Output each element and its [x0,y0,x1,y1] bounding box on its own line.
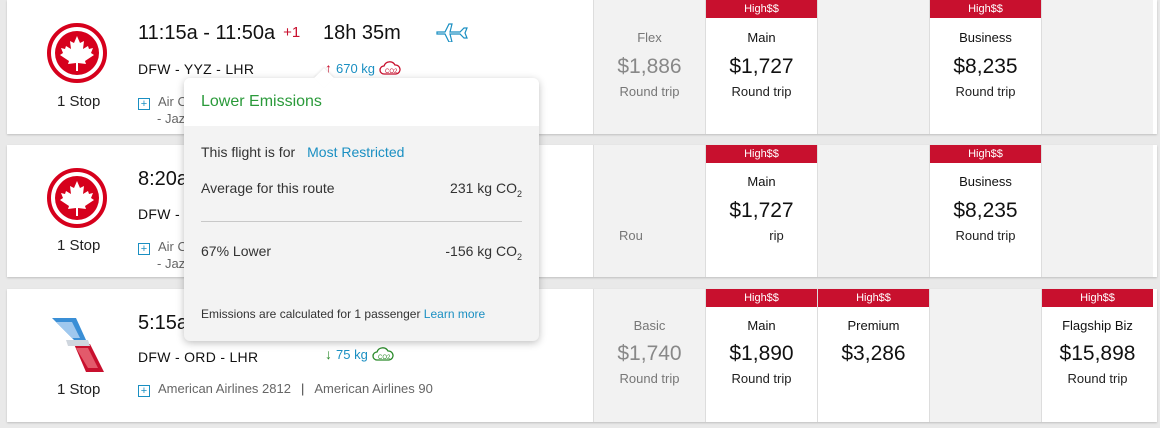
restriction-row: This flight is for Most Restricted [201,144,405,160]
stops-label: 1 Stop [57,381,101,398]
average-row: Average for this route 231 kg CO2 [201,180,522,199]
co2-cloud-icon: CO2 [379,61,401,75]
operator-info[interactable]: + Air C [138,239,187,255]
expand-plus-icon[interactable]: + [138,385,150,397]
stops-label: 1 Stop [57,93,101,110]
operator-info[interactable]: + American Airlines 2812 | American Airline… [138,381,433,397]
operator-info-sub: - Jaz [157,111,186,126]
tooltip-header: Lower Emissions [184,78,539,126]
tooltip-title: Lower Emissions [201,93,322,110]
svg-text:CO2: CO2 [378,355,391,361]
stops-label: 1 Stop [57,237,101,254]
fare-empty [1041,145,1153,277]
flight-time: 11:15a - 11:50a +1 [138,22,301,44]
expand-plus-icon[interactable]: + [138,243,150,255]
flight-card[interactable]: 1 Stop 5:15a DFW - ORD - LHR ↓ 75 kg CO2… [7,289,1157,422]
plus-days: +1 [283,24,301,41]
route-label: DFW - YYZ - LHR [138,61,255,77]
fare-basic[interactable]: Basic $1,740 Round trip [593,289,705,422]
fare-empty [817,0,929,134]
high-badge: High$$ [706,145,817,163]
operator-info-sub: - Jaz [157,256,186,271]
flight-time: 8:20a [138,168,189,190]
air-canada-logo-icon [47,23,107,83]
fare-flex[interactable]: Rou [593,145,705,277]
expand-plus-icon[interactable]: + [138,98,150,110]
airplane-icon [436,23,468,42]
emissions-tooltip: Lower Emissions This flight is for Most … [184,68,539,341]
tooltip-divider [201,221,522,222]
fare-premium[interactable]: High$$ Premium $3,286 [817,289,929,422]
flight-card[interactable]: 1 Stop 11:15a - 11:50a +1 18h 35m DFW - Y… [7,0,1157,134]
high-badge: High$$ [706,289,817,307]
high-badge: High$$ [818,289,929,307]
arrow-down-icon: ↓ [325,346,332,362]
fare-business[interactable]: High$$ Business $8,235 Round trip [929,0,1041,134]
route-label: DFW - ORD - LHR [138,349,259,365]
flight-card[interactable]: 1 Stop 8:20a DFW - Y + Air C - Jaz Rou Hi… [7,145,1157,277]
high-badge: High$$ [930,0,1041,18]
fare-main[interactable]: High$$ Main $1,727 rip [705,145,817,277]
learn-more-link[interactable]: Learn more [424,307,485,321]
high-badge: High$$ [1042,289,1153,307]
air-canada-logo-icon [47,168,107,228]
emissions-indicator[interactable]: ↑ 670 kg CO2 [325,58,401,78]
fare-empty [1041,0,1153,134]
fare-main[interactable]: High$$ Main $1,727 Round trip [705,0,817,134]
fare-main[interactable]: High$$ Main $1,890 Round trip [705,289,817,422]
svg-text:CO2: CO2 [385,69,398,75]
fare-empty [929,289,1041,422]
flight-duration: 18h 35m [323,22,401,44]
fare-empty [817,145,929,277]
high-badge: High$$ [930,145,1041,163]
fare-flex[interactable]: Flex $1,886 Round trip [593,0,705,134]
high-badge: High$$ [706,0,817,18]
co2-cloud-icon: CO2 [372,347,394,361]
restriction-link[interactable]: Most Restricted [307,144,404,160]
tooltip-footer: Emissions are calculated for 1 passenger… [201,307,486,321]
emissions-indicator[interactable]: ↓ 75 kg CO2 [325,344,394,364]
american-airlines-logo-icon [52,318,104,372]
flight-time: 5:15a [138,312,189,334]
fare-business[interactable]: High$$ Business $8,235 Round trip [929,145,1041,277]
lower-row: 67% Lower -156 kg CO2 [201,243,522,262]
operator-info[interactable]: + Air C [138,94,187,110]
fare-flagship-biz[interactable]: High$$ Flagship Biz $15,898 Round trip [1041,289,1153,422]
